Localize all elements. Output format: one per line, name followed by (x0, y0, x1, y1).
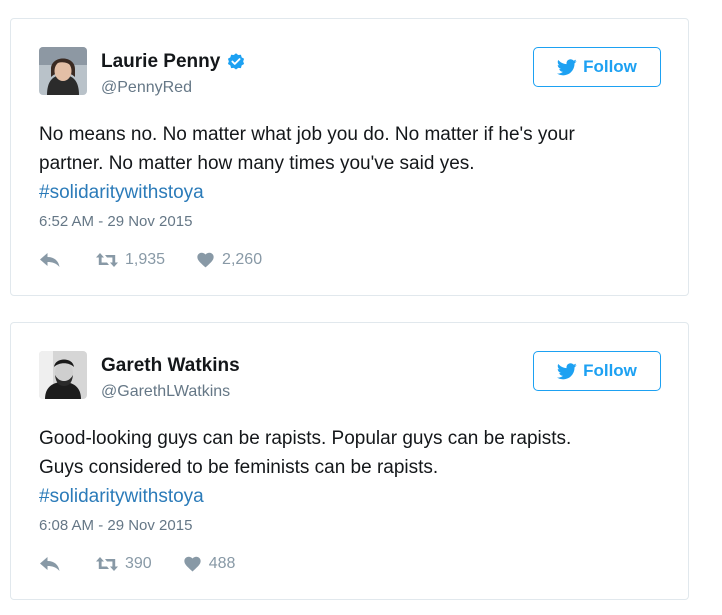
follow-label: Follow (583, 57, 637, 76)
retweet-count: 1,935 (125, 251, 166, 268)
hashtag-link[interactable]: #solidaritywithstoya (39, 178, 669, 207)
twitter-bird-icon (557, 58, 577, 75)
timestamp[interactable]: 6:52 AM - 29 Nov 2015 (39, 213, 192, 230)
heart-icon (197, 252, 214, 268)
reply-button[interactable] (39, 556, 61, 572)
like-count: 488 (208, 555, 236, 572)
reply-button[interactable] (39, 252, 61, 268)
tweet-text-line: Guys considered to be feminists can be r… (39, 457, 439, 478)
tweet-card: Laurie Penny @PennyRed Follow No means n… (10, 18, 689, 296)
tweet-actions: 390 488 (39, 555, 235, 573)
retweet-count: 390 (125, 555, 152, 572)
retweet-icon (96, 253, 118, 267)
retweet-icon (96, 557, 118, 571)
handle[interactable]: @PennyRed (101, 79, 192, 97)
avatar[interactable] (39, 351, 87, 399)
follow-label: Follow (583, 361, 637, 380)
tweet-text: Good-looking guys can be rapists. Popula… (39, 424, 669, 511)
like-button[interactable]: 488 (184, 555, 236, 573)
timestamp[interactable]: 6:08 AM - 29 Nov 2015 (39, 517, 192, 534)
retweet-button[interactable]: 1,935 (95, 251, 165, 269)
like-count: 2,260 (222, 251, 263, 268)
handle[interactable]: @GarethLWatkins (101, 383, 230, 401)
twitter-bird-icon (557, 362, 577, 379)
tweet-text: No means no. No matter what job you do. … (39, 120, 669, 207)
like-button[interactable]: 2,260 (197, 251, 262, 269)
display-name[interactable]: Laurie Penny (101, 51, 220, 73)
display-name[interactable]: Gareth Watkins (101, 355, 240, 377)
verified-badge-icon (228, 53, 245, 70)
name-row: Gareth Watkins (101, 355, 240, 377)
follow-button[interactable]: Follow (533, 47, 661, 87)
follow-button[interactable]: Follow (533, 351, 661, 391)
tweet-actions: 1,935 2,260 (39, 251, 262, 269)
tweet-text-line: Good-looking guys can be rapists. Popula… (39, 428, 572, 449)
reply-icon (40, 557, 60, 571)
name-row: Laurie Penny (101, 51, 246, 73)
retweet-button[interactable]: 390 (95, 555, 152, 573)
tweet-text-line: partner. No matter how many times you've… (39, 153, 475, 174)
tweet-text-line: No means no. No matter what job you do. … (39, 124, 575, 145)
avatar[interactable] (39, 47, 87, 95)
tweet-card: Gareth Watkins @GarethLWatkins Follow Go… (10, 322, 689, 600)
hashtag-link[interactable]: #solidaritywithstoya (39, 482, 669, 511)
heart-icon (184, 556, 201, 572)
reply-icon (40, 253, 60, 267)
